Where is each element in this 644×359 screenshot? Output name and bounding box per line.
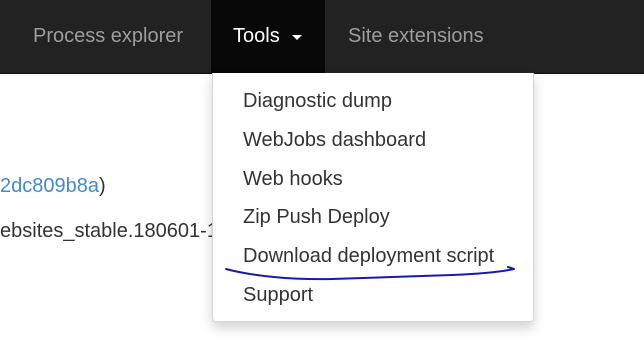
nav-tools-dropdown[interactable]: Tools	[211, 0, 325, 73]
menu-item-web-hooks[interactable]: Web hooks	[243, 167, 343, 191]
menu-item-diagnostic-dump[interactable]: Diagnostic dump	[243, 89, 392, 113]
commit-suffix: )	[98, 175, 106, 197]
nav-process-explorer[interactable]: Process explorer	[33, 0, 183, 73]
commit-line: 2dc809b8a)	[0, 174, 106, 198]
navbar: Process explorer Tools Site extensions	[0, 0, 644, 74]
caret-down-icon	[292, 35, 302, 40]
nav-tools-label: Tools	[233, 25, 280, 47]
hand-drawn-underline	[225, 266, 515, 281]
commit-link[interactable]: 2dc809b8a	[0, 175, 99, 197]
version-text: ebsites_stable.180601-1	[0, 220, 218, 242]
nav-site-extensions[interactable]: Site extensions	[348, 0, 484, 73]
menu-item-zip-push-deploy[interactable]: Zip Push Deploy	[243, 205, 390, 229]
menu-item-webjobs-dashboard[interactable]: WebJobs dashboard	[243, 128, 426, 152]
